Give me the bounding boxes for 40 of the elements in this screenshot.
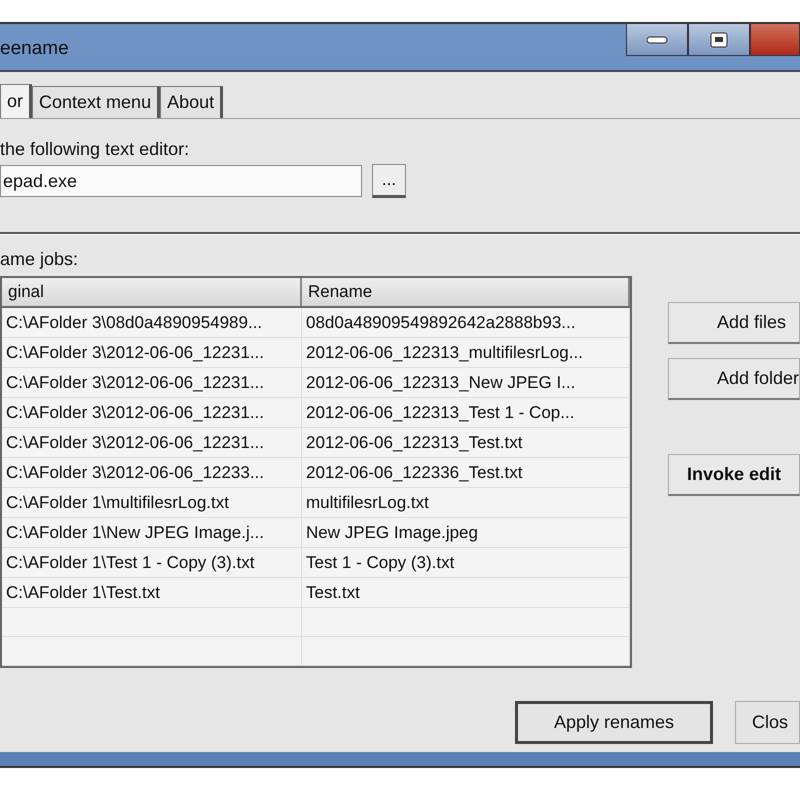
- column-header[interactable]: Rename: [302, 278, 630, 306]
- window-title: eename: [0, 38, 69, 60]
- table-cell: C:\AFolder 1\Test 1 - Copy (3).txt: [2, 548, 302, 577]
- maximize-icon: [710, 32, 728, 48]
- tab[interactable]: About: [160, 86, 224, 118]
- side-button[interactable]: Invoke edit: [668, 454, 800, 496]
- jobs-label: ame jobs:: [0, 249, 80, 270]
- table-cell: C:\AFolder 1\multifilesrLog.txt: [2, 488, 302, 517]
- table-cell: Test.txt: [302, 578, 630, 607]
- table-cell: C:\AFolder 1\New JPEG Image.j...: [2, 518, 302, 547]
- maximize-button[interactable]: [688, 24, 750, 56]
- table-cell: C:\AFolder 3\08d0a4890954989...: [2, 308, 302, 337]
- close-button[interactable]: [750, 24, 800, 56]
- tab[interactable]: or: [0, 84, 32, 118]
- table-cell: 08d0a48909549892642a2888b93...: [302, 308, 630, 337]
- table-cell: 2012-06-06_122336_Test.txt: [302, 458, 630, 487]
- browse-button[interactable]: ...: [372, 164, 406, 198]
- table-cell: Test 1 - Copy (3).txt: [302, 548, 630, 577]
- table-cell: 2012-06-06_122313_Test 1 - Cop...: [302, 398, 630, 427]
- editor-path-field[interactable]: epad.exe: [0, 165, 362, 197]
- table-cell: 2012-06-06_122313_New JPEG I...: [302, 368, 630, 397]
- tab[interactable]: Context menu: [32, 86, 160, 118]
- column-header[interactable]: ginal: [2, 278, 302, 306]
- side-button[interactable]: Add files: [668, 302, 800, 344]
- table-cell: C:\AFolder 3\2012-06-06_12231...: [2, 428, 302, 457]
- editor-label: the following text editor:: [0, 139, 190, 160]
- dialog-button[interactable]: Apply renames: [515, 701, 713, 744]
- table-cell: C:\AFolder 3\2012-06-06_12231...: [2, 338, 302, 367]
- side-button[interactable]: Add folder: [668, 358, 800, 400]
- minimize-icon: [646, 36, 668, 44]
- table-cell: C:\AFolder 3\2012-06-06_12231...: [2, 368, 302, 397]
- dialog-button[interactable]: Clos: [735, 701, 800, 744]
- table-cell: C:\AFolder 3\2012-06-06_12233...: [2, 458, 302, 487]
- table-cell: 2012-06-06_122313_Test.txt: [302, 428, 630, 457]
- table-cell: multifilesrLog.txt: [302, 488, 630, 517]
- table-cell: New JPEG Image.jpeg: [302, 518, 630, 547]
- minimize-button[interactable]: [626, 24, 688, 56]
- table-cell: C:\AFolder 1\Test.txt: [2, 578, 302, 607]
- table-cell: 2012-06-06_122313_multifilesrLog...: [302, 338, 630, 367]
- table-cell: C:\AFolder 3\2012-06-06_12231...: [2, 398, 302, 427]
